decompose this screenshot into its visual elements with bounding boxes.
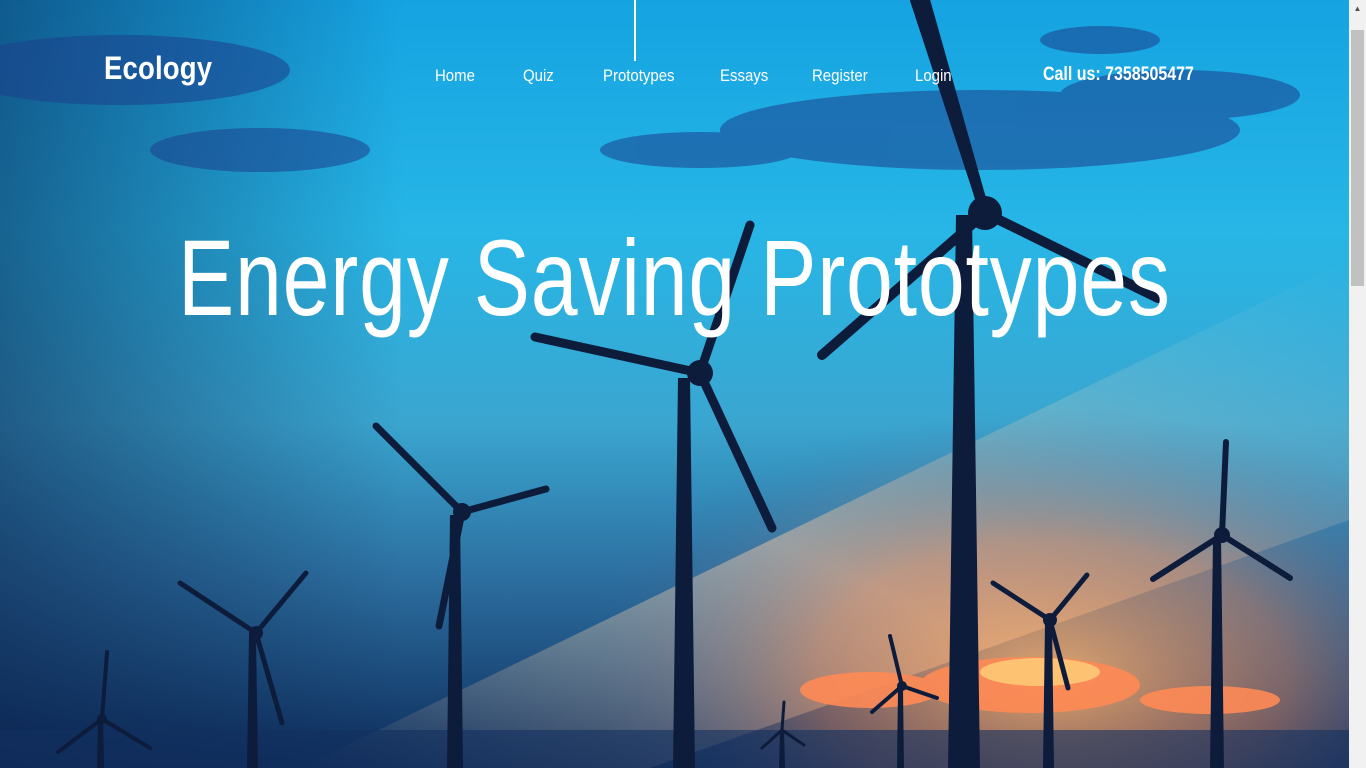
scrollbar-thumb[interactable]: [1351, 30, 1364, 286]
nav-item-prototypes[interactable]: Prototypes: [603, 66, 675, 86]
hero-title: Energy Saving Prototypes: [178, 217, 1171, 338]
top-navigation-bar: Ecology Home Quiz Prototypes Essays Regi…: [0, 0, 1349, 150]
nav-item-login[interactable]: Login: [915, 66, 952, 86]
scroll-up-arrow-icon[interactable]: ▲: [1349, 0, 1366, 17]
nav-item-quiz[interactable]: Quiz: [523, 66, 554, 86]
nav-item-home[interactable]: Home: [435, 66, 475, 86]
active-nav-indicator: [634, 0, 636, 61]
site-logo[interactable]: Ecology: [104, 50, 212, 87]
vertical-scrollbar[interactable]: ▲: [1349, 0, 1366, 768]
contact-phone: Call us: 7358505477: [1043, 64, 1194, 85]
page: Ecology Home Quiz Prototypes Essays Regi…: [0, 0, 1366, 768]
nav-item-register[interactable]: Register: [812, 66, 868, 86]
nav-item-essays[interactable]: Essays: [720, 66, 768, 86]
